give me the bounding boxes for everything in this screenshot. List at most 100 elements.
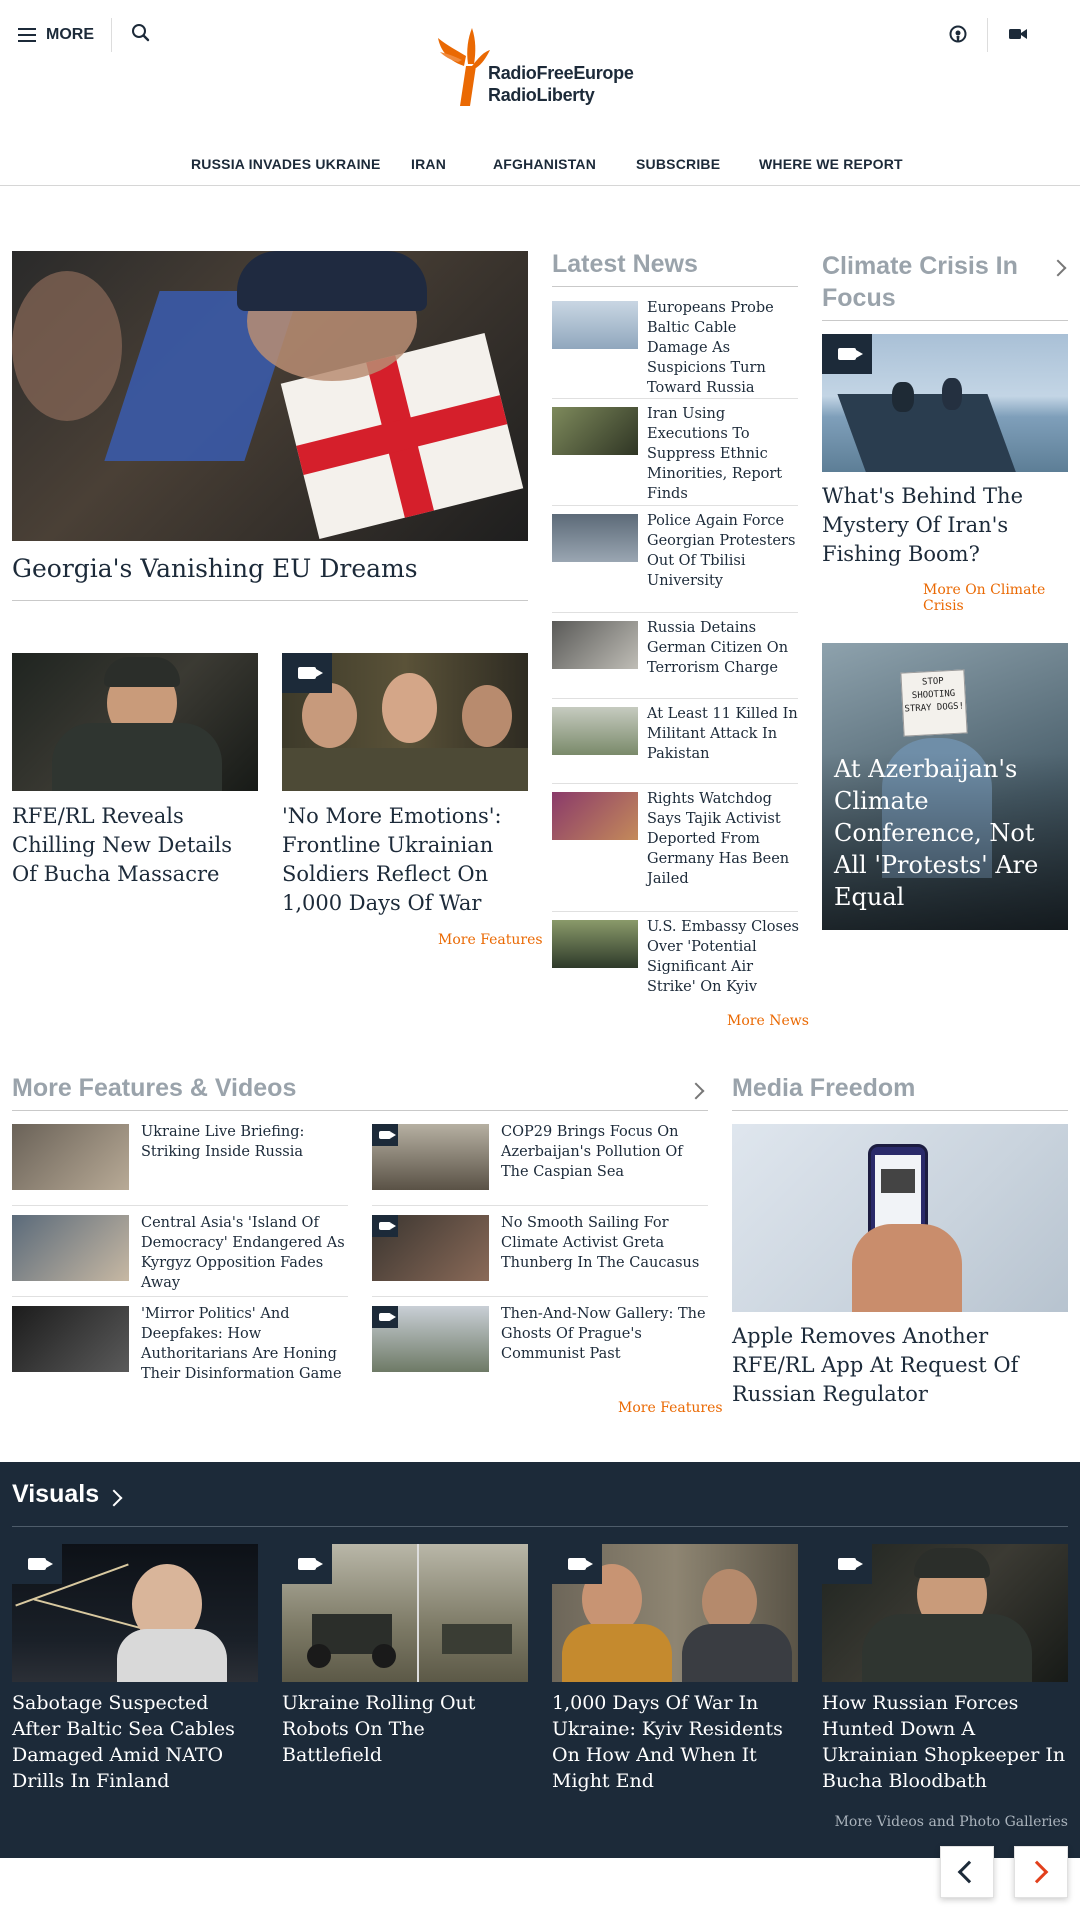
video-badge — [372, 1124, 398, 1146]
hamburger-icon — [18, 28, 36, 42]
more-climate-link[interactable]: More On Climate Crisis — [923, 582, 1080, 614]
more-visuals-link[interactable]: More Videos and Photo Galleries — [835, 1814, 1068, 1830]
latest-news-item[interactable]: Police Again Force Georgian Protesters O… — [647, 511, 799, 591]
feature-item[interactable]: 'Mirror Politics' And Deepfakes: How Aut… — [141, 1304, 349, 1384]
latest-news-thumbnail[interactable] — [552, 514, 638, 562]
visual-title[interactable]: 1,000 Days Of War In Ukraine: Kyiv Resid… — [552, 1690, 798, 1794]
feature-image[interactable] — [12, 653, 258, 791]
feature-thumbnail[interactable] — [372, 1306, 489, 1372]
nav-subscribe[interactable]: SUBSCRIBE — [636, 156, 720, 172]
latest-news-item[interactable]: At Least 11 Killed In Militant Attack In… — [647, 704, 799, 764]
video-camera-icon — [568, 1558, 593, 1570]
chevron-left-icon — [957, 1860, 981, 1884]
divider — [552, 698, 798, 699]
latest-news-thumbnail[interactable] — [552, 621, 638, 669]
feature-title[interactable]: 'No More Emotions': Frontline Ukrainian … — [282, 802, 528, 918]
latest-news-thumbnail[interactable] — [552, 792, 638, 840]
chevron-right-icon[interactable] — [105, 1489, 123, 1507]
media-freedom-image[interactable] — [732, 1124, 1068, 1312]
latest-news-item[interactable]: Europeans Probe Baltic Cable Damage As S… — [647, 298, 799, 398]
divider — [12, 1526, 1068, 1527]
feature-thumbnail[interactable] — [12, 1215, 129, 1281]
latest-news-item[interactable]: Russia Detains German Citizen On Terrori… — [647, 618, 799, 678]
lead-story-image[interactable] — [12, 251, 528, 541]
feature-thumbnail[interactable] — [372, 1124, 489, 1190]
feature-item[interactable]: COP29 Brings Focus On Azerbaijan's Pollu… — [501, 1122, 709, 1182]
more-features-link[interactable]: More Features — [438, 932, 543, 948]
latest-news-item[interactable]: Iran Using Executions To Suppress Ethnic… — [647, 404, 799, 504]
search-icon[interactable] — [130, 22, 152, 44]
visual-title[interactable]: Ukraine Rolling Out Robots On The Battle… — [282, 1690, 528, 1768]
previous-arrow-button[interactable] — [940, 1846, 994, 1898]
feature-item[interactable]: Central Asia's 'Island Of Democracy' End… — [141, 1213, 349, 1293]
media-freedom-story-title[interactable]: Apple Removes Another RFE/RL App At Requ… — [732, 1322, 1068, 1409]
video-badge — [822, 334, 872, 374]
feature-image[interactable] — [282, 653, 528, 791]
more-features-link[interactable]: More Features — [618, 1400, 723, 1416]
lead-story-title[interactable]: Georgia's Vanishing EU Dreams — [12, 552, 528, 586]
visual-image[interactable] — [12, 1544, 258, 1682]
latest-news-item[interactable]: U.S. Embassy Closes Over 'Potential Sign… — [647, 917, 799, 997]
feature-item[interactable]: No Smooth Sailing For Climate Activist G… — [501, 1213, 709, 1273]
latest-news-title[interactable]: Latest News — [552, 250, 698, 279]
torch-logo-icon — [438, 28, 490, 106]
nav-where-we-report[interactable]: WHERE WE REPORT — [759, 156, 903, 172]
nav-russia-invades-ukraine[interactable]: RUSSIA INVADES UKRAINE — [191, 156, 381, 172]
latest-news-thumbnail[interactable] — [552, 301, 638, 349]
visual-title[interactable]: Sabotage Suspected After Baltic Sea Cabl… — [12, 1690, 258, 1794]
divider — [552, 286, 798, 287]
visual-image[interactable] — [822, 1544, 1068, 1682]
divider — [552, 783, 798, 784]
divider — [732, 1110, 1068, 1111]
divider — [987, 18, 988, 52]
feature-item[interactable]: Ukraine Live Briefing: Striking Inside R… — [141, 1122, 349, 1162]
latest-news-item[interactable]: Rights Watchdog Says Tajik Activist Depo… — [647, 789, 799, 889]
gallery-badge — [372, 1306, 398, 1328]
main-nav: RUSSIA INVADES UKRAINE IRAN AFGHANISTAN … — [0, 150, 1080, 180]
menu-label: MORE — [46, 26, 94, 43]
divider — [552, 505, 798, 506]
video-badge — [552, 1544, 602, 1584]
podcast-icon[interactable] — [948, 24, 968, 44]
video-badge — [12, 1544, 62, 1584]
feature-thumbnail[interactable] — [12, 1124, 129, 1190]
more-news-link[interactable]: More News — [727, 1013, 809, 1029]
feature-item[interactable]: Then-And-Now Gallery: The Ghosts Of Prag… — [501, 1304, 709, 1364]
visual-image[interactable] — [552, 1544, 798, 1682]
gallery-icon — [379, 1313, 396, 1321]
latest-news-thumbnail[interactable] — [552, 707, 638, 755]
climate-story-image[interactable] — [822, 334, 1068, 472]
chevron-right-icon[interactable] — [687, 1082, 705, 1100]
features-videos-title[interactable]: More Features & Videos — [12, 1074, 296, 1103]
visuals-title[interactable]: Visuals — [12, 1480, 99, 1509]
divider — [111, 18, 112, 52]
feature-title[interactable]: RFE/RL Reveals Chilling New Details Of B… — [12, 802, 258, 889]
logo-line-2: RadioLiberty — [488, 85, 595, 105]
video-camera-icon — [838, 1558, 863, 1570]
media-freedom-title[interactable]: Media Freedom — [732, 1074, 915, 1103]
video-camera-icon[interactable] — [1008, 26, 1028, 42]
visual-image[interactable] — [282, 1544, 528, 1682]
feature-thumbnail[interactable] — [372, 1215, 489, 1281]
site-header: MORE RadioFreeEurope RadioLiberty RUSSIA… — [0, 0, 1080, 186]
climate-section-title[interactable]: Climate Crisis In Focus — [822, 250, 1042, 314]
divider — [12, 600, 528, 601]
site-logo[interactable]: RadioFreeEurope RadioLiberty — [436, 26, 646, 108]
visuals-section: Visuals Sabotage Suspected After Baltic … — [0, 1462, 1080, 1858]
nav-iran[interactable]: IRAN — [411, 156, 446, 172]
next-arrow-button[interactable] — [1014, 1846, 1068, 1898]
climate-story-title[interactable]: What's Behind The Mystery Of Iran's Fish… — [822, 482, 1072, 569]
video-badge — [822, 1544, 872, 1584]
video-camera-icon — [838, 348, 863, 360]
feature-thumbnail[interactable] — [12, 1306, 129, 1372]
menu-button[interactable]: MORE — [18, 20, 94, 50]
climate-promo-title: At Azerbaijan's Climate Conference, Not … — [834, 755, 1039, 911]
climate-promo-card[interactable]: STOP SHOOTING STRAY DOGS! At Azerbaijan'… — [822, 643, 1068, 930]
latest-news-thumbnail[interactable] — [552, 920, 638, 968]
visual-title[interactable]: How Russian Forces Hunted Down A Ukraini… — [822, 1690, 1068, 1794]
divider — [372, 1296, 708, 1297]
divider — [12, 1296, 348, 1297]
nav-afghanistan[interactable]: AFGHANISTAN — [493, 156, 596, 172]
latest-news-thumbnail[interactable] — [552, 407, 638, 455]
chevron-right-icon[interactable] — [1049, 259, 1067, 277]
